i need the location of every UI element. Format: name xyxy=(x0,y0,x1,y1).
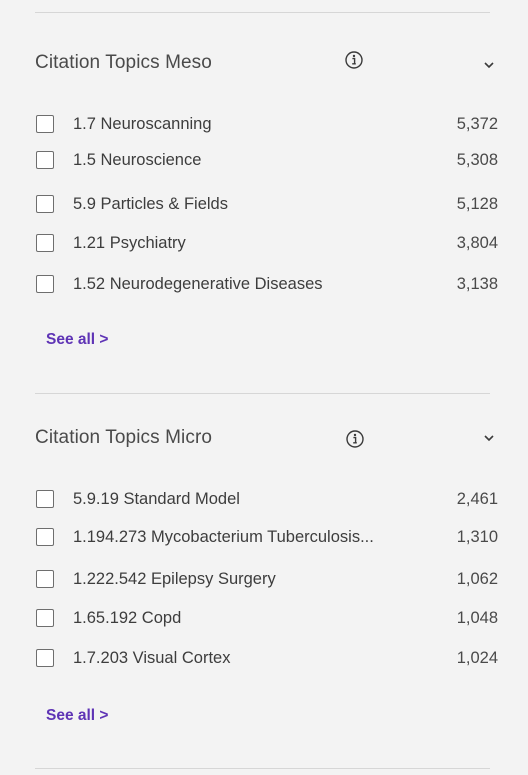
chevron-down-icon[interactable] xyxy=(482,431,496,445)
checkbox[interactable] xyxy=(36,609,54,627)
topic-label: 1.65.192 Copd xyxy=(73,609,182,627)
list-item[interactable]: 1.194.273 Mycobacterium Tuberculosis... … xyxy=(35,526,498,550)
topic-count: 1,024 xyxy=(456,649,498,667)
checkbox[interactable] xyxy=(36,275,54,293)
citation-topics-micro-section: Citation Topics Micro 5.9.19 Standard Mo… xyxy=(35,427,498,724)
topic-count: 5,372 xyxy=(456,115,498,133)
topic-count: 3,804 xyxy=(456,234,498,252)
topic-label: 1.7.203 Visual Cortex xyxy=(73,649,231,667)
section-header-meso[interactable]: Citation Topics Meso xyxy=(35,50,494,84)
topic-count: 1,310 xyxy=(456,528,498,546)
topic-label: 1.5 Neuroscience xyxy=(73,151,202,169)
checkbox[interactable] xyxy=(36,528,54,546)
checkbox[interactable] xyxy=(36,234,54,252)
list-item[interactable]: 1.52 Neurodegenerative Diseases 3,138 xyxy=(35,273,498,297)
checkbox[interactable] xyxy=(36,115,54,133)
topic-label: 5.9.19 Standard Model xyxy=(73,490,240,508)
chevron-down-icon[interactable] xyxy=(482,58,496,72)
topic-label: 5.9 Particles & Fields xyxy=(73,195,228,213)
citation-topics-meso-section: Citation Topics Meso 1.7 Neuroscanning 5… xyxy=(35,50,498,348)
topic-count: 5,308 xyxy=(456,151,498,169)
topic-label: 1.194.273 Mycobacterium Tuberculosis... xyxy=(73,528,374,546)
topic-label: 1.52 Neurodegenerative Diseases xyxy=(73,275,323,293)
filter-panel: Citation Topics Meso 1.7 Neuroscanning 5… xyxy=(0,0,528,775)
section-title-micro: Citation Topics Micro xyxy=(35,427,213,448)
divider-top xyxy=(35,12,490,13)
topic-label: 1.7 Neuroscanning xyxy=(73,115,212,133)
section-title-meso: Citation Topics Meso xyxy=(35,52,212,73)
list-item[interactable]: 1.65.192 Copd 1,048 xyxy=(35,607,498,631)
checkbox[interactable] xyxy=(36,490,54,508)
topic-label: 1.21 Psychiatry xyxy=(73,234,186,252)
list-item[interactable]: 5.9 Particles & Fields 5,128 xyxy=(35,193,498,217)
list-item[interactable]: 1.7 Neuroscanning 5,372 xyxy=(35,113,498,137)
topic-label: 1.222.542 Epilepsy Surgery xyxy=(73,570,276,588)
divider-middle xyxy=(35,393,490,394)
divider-bottom xyxy=(35,768,490,769)
section-header-micro[interactable]: Citation Topics Micro xyxy=(35,427,494,459)
see-all-link[interactable]: See all > xyxy=(46,331,108,349)
info-icon[interactable] xyxy=(345,429,365,449)
list-item[interactable]: 1.5 Neuroscience 5,308 xyxy=(35,149,498,173)
topic-count: 3,138 xyxy=(456,275,498,293)
checkbox[interactable] xyxy=(36,195,54,213)
list-item[interactable]: 1.222.542 Epilepsy Surgery 1,062 xyxy=(35,568,498,592)
checkbox[interactable] xyxy=(36,649,54,667)
list-item[interactable]: 5.9.19 Standard Model 2,461 xyxy=(35,488,498,512)
checkbox[interactable] xyxy=(36,570,54,588)
checkbox[interactable] xyxy=(36,151,54,169)
list-item[interactable]: 1.21 Psychiatry 3,804 xyxy=(35,232,498,256)
topic-count: 5,128 xyxy=(456,195,498,213)
topic-count: 1,048 xyxy=(456,609,498,627)
topic-count: 1,062 xyxy=(456,570,498,588)
topic-count: 2,461 xyxy=(456,490,498,508)
info-icon[interactable] xyxy=(344,50,364,70)
list-item[interactable]: 1.7.203 Visual Cortex 1,024 xyxy=(35,647,498,671)
see-all-link[interactable]: See all > xyxy=(46,707,108,725)
